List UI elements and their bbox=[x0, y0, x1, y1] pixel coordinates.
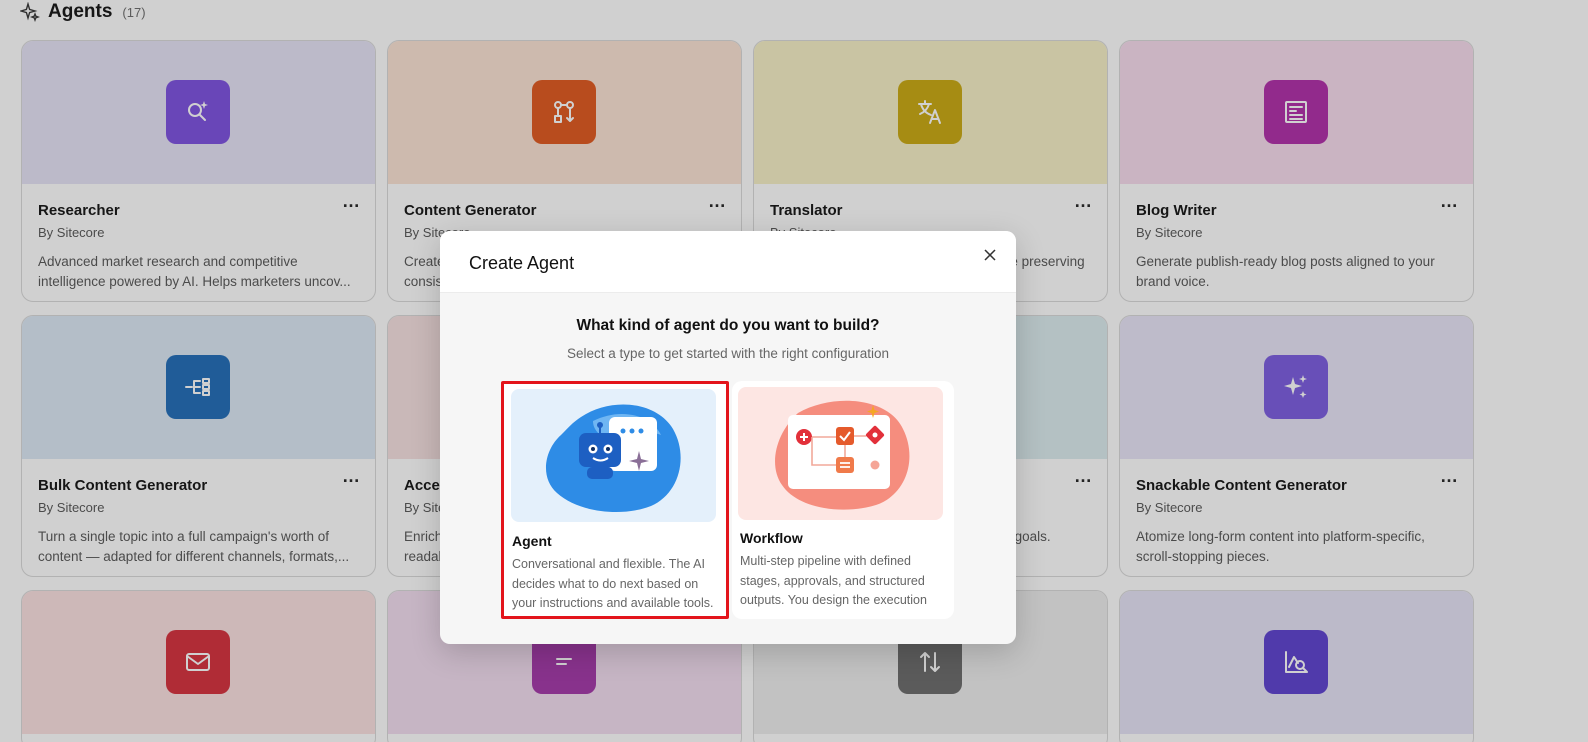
robot-chat-illustration bbox=[511, 389, 716, 522]
close-button[interactable] bbox=[978, 243, 1002, 267]
agent-type-label: Agent bbox=[512, 533, 552, 549]
close-icon bbox=[984, 249, 996, 261]
modal-title: Create Agent bbox=[469, 253, 575, 273]
workflow-type-option[interactable]: Workflow Multi-step pipeline with define… bbox=[732, 381, 954, 619]
agent-type-description: Conversational and flexible. The AI deci… bbox=[512, 557, 714, 610]
create-agent-modal: Create Agent What kind of agent do you w… bbox=[440, 231, 1016, 644]
agent-type-option[interactable]: Agent Conversational and flexible. The A… bbox=[501, 381, 729, 619]
agents-page: Agents (17) Researcher By Sitecore Advance… bbox=[0, 0, 1588, 742]
modal-header: Create Agent bbox=[440, 231, 1016, 293]
workflow-type-description: Multi-step pipeline with defined stages,… bbox=[740, 554, 927, 607]
modal-subtitle: Select a type to get started with the ri… bbox=[567, 346, 889, 361]
workflow-diagram-illustration bbox=[738, 387, 943, 520]
workflow-type-label: Workflow bbox=[740, 530, 803, 546]
modal-question: What kind of agent do you want to build? bbox=[576, 317, 880, 334]
